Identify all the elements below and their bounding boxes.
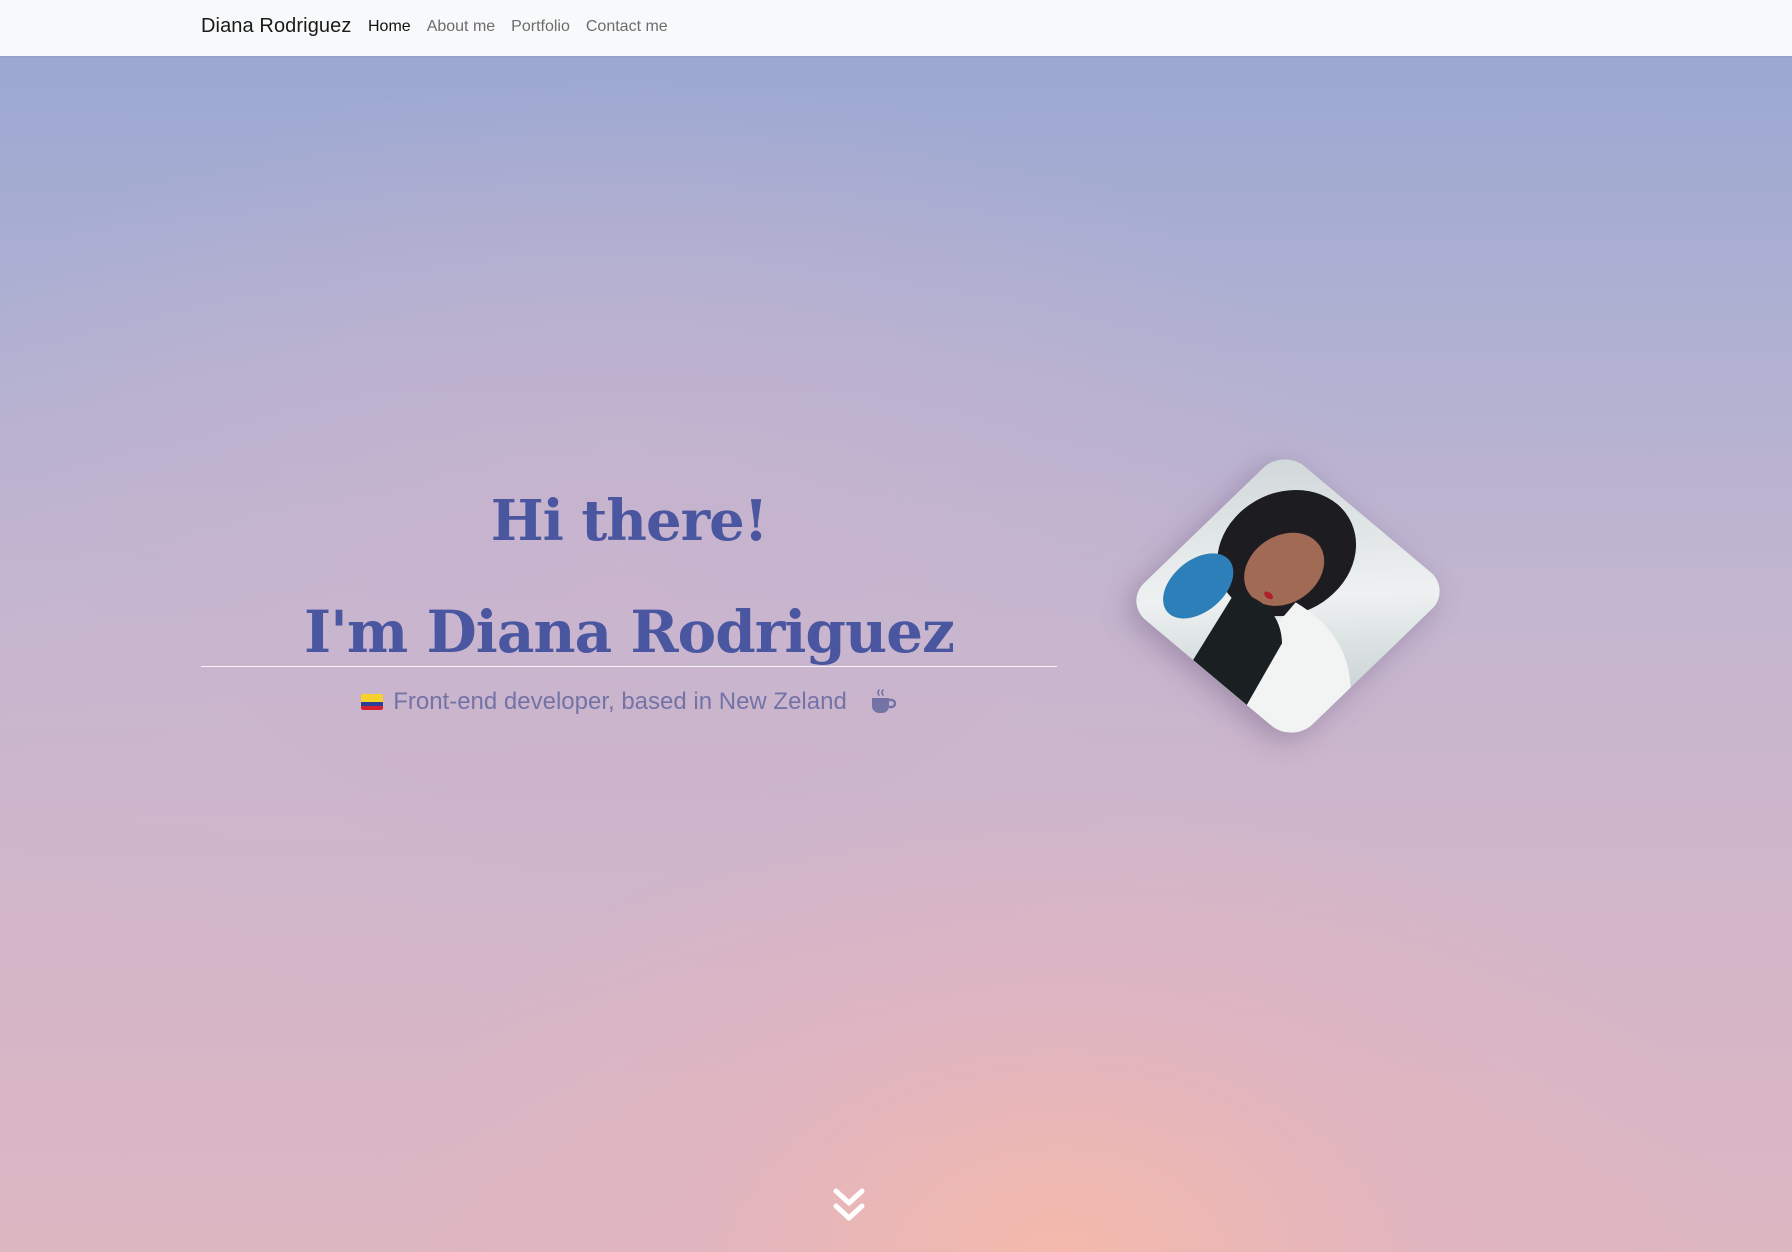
coffee-cup-icon — [869, 688, 897, 716]
nav-link-portfolio[interactable]: Portfolio — [511, 18, 570, 36]
double-chevron-down-icon — [833, 1188, 865, 1221]
nav-links: Home About me Portfolio Contact me — [368, 18, 668, 36]
brand-link[interactable]: Diana Rodriguez — [201, 15, 351, 38]
navbar: Diana Rodriguez Home About me Portfolio … — [0, 0, 1792, 56]
hero-divider — [201, 666, 1057, 667]
profile-photo — [1124, 448, 1452, 744]
nav-link-home[interactable]: Home — [368, 18, 411, 36]
hero-greeting: Hi there! — [490, 488, 769, 554]
tagline-text: Front-end developer, based in New Zeland — [393, 688, 847, 715]
scroll-down-button[interactable] — [831, 1186, 867, 1226]
nav-link-contact[interactable]: Contact me — [586, 18, 668, 36]
hero-tagline: Front-end developer, based in New Zeland — [201, 688, 1057, 716]
nav-link-about[interactable]: About me — [427, 18, 495, 36]
colombia-flag-icon — [361, 694, 384, 710]
hero-name: I'm Diana Rodriguez — [304, 598, 955, 666]
